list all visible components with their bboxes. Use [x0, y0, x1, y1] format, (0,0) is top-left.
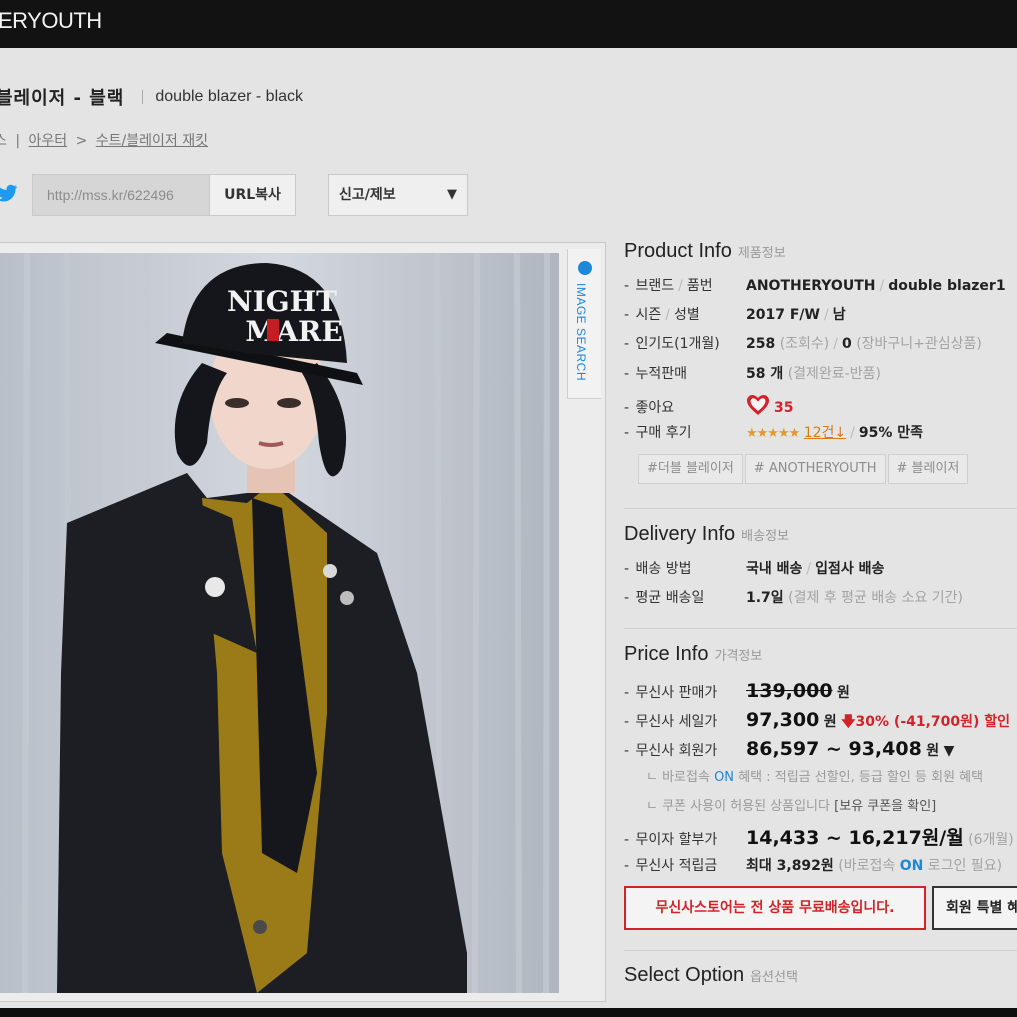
average-delivery-row: - 평균 배송일 1.7일 (결제 후 평균 배송 소요 기간)	[624, 590, 963, 606]
likes-row: - 좋아요 35	[624, 394, 794, 416]
like-button[interactable]: 35	[746, 395, 794, 416]
delivery-method-row: - 배송 방법 국내 배송 / 입점사 배송	[624, 561, 885, 577]
sale-price: 97,300	[746, 709, 820, 731]
select-option-heading: Select Option 옵션선택	[624, 964, 798, 986]
list-price-row: - 무신사 판매가 139,000 원	[624, 680, 850, 702]
discount-rate: 30% (-41,700원) 할인	[855, 714, 1011, 730]
like-count: 35	[774, 400, 794, 416]
heart-icon	[747, 395, 769, 415]
svg-text:NIGHT: NIGHT	[227, 285, 337, 318]
review-count-link[interactable]: 12건↓	[804, 425, 846, 441]
section-divider	[624, 950, 1017, 951]
brand-link[interactable]: ANOTHERYOUTH	[746, 278, 875, 294]
member-benefit-button[interactable]: 회원 특별 혜택	[932, 886, 1017, 930]
member-price-toggle-icon[interactable]: ▼	[944, 743, 955, 759]
brand-row: - 브랜드 / 품번 ANOTHERYOUTH / double blazer1	[624, 278, 1006, 294]
product-title: 블레이저 - 블랙 double blazer - black	[0, 84, 303, 110]
report-dropdown[interactable]: 신고/제보 ▼	[328, 174, 468, 216]
direct-access-note: ㄴ 바로접속 ON 혜택 : 적립금 선할인, 등급 할인 등 회원 혜택	[646, 770, 984, 785]
points-row: - 무신사 적립금 최대 3,892원 (바로접속 ON 로그인 필요)	[624, 858, 1003, 874]
svg-text:MARE: MARE	[245, 315, 342, 348]
breadcrumb-separator: |	[15, 133, 21, 149]
discount-down-arrow-icon: 🡇	[841, 714, 856, 730]
product-code: double blazer1	[888, 278, 1006, 294]
dropdown-arrow-icon: ▼	[447, 187, 457, 202]
title-divider	[142, 90, 144, 104]
coupon-note: ㄴ 쿠폰 사용이 허용된 상품입니다 [보유 쿠폰을 확인]	[646, 799, 937, 814]
installment-price: 14,433 ~ 16,217원/월	[746, 827, 964, 849]
product-page: 블레이저 - 블랙 double blazer - black 스 | 아우터 …	[0, 48, 1017, 1008]
season-row: - 시즌 / 성별 2017 F/W / 남	[624, 307, 846, 323]
member-price-row: - 무신사 회원가 86,597 ~ 93,408 원 ▼	[624, 738, 955, 760]
member-price: 86,597 ~ 93,408	[746, 738, 922, 760]
hashtag-list: #더블 블레이저 # ANOTHERYOUTH # 블레이저	[638, 454, 970, 484]
breadcrumb-separator: >	[75, 133, 88, 149]
free-shipping-banner[interactable]: 무신사스토어는 전 상품 무료배송입니다.	[624, 886, 926, 930]
breadcrumb-item-root[interactable]: 스	[0, 133, 7, 149]
breadcrumb-item-outer[interactable]: 아우터	[29, 133, 68, 149]
product-photo[interactable]: NIGHT MARE	[0, 253, 559, 993]
review-row: - 구매 후기 ★★★★★ 12건↓/95% 만족	[624, 425, 924, 441]
popularity-row: - 인기도(1개월) 258 (조회수)/0 (장바구니+관심상품)	[624, 336, 982, 352]
hashtag[interactable]: # ANOTHERYOUTH	[744, 454, 886, 484]
product-image-frame: NIGHT MARE IMAGE SEARCH	[0, 242, 606, 1002]
short-url-field[interactable]: http://mss.kr/622496	[33, 175, 209, 215]
image-search-dot-icon	[578, 261, 592, 275]
site-logo[interactable]: ERYOUTH	[0, 8, 102, 34]
installment-row: - 무이자 할부가 14,433 ~ 16,217원/월 (6개월)	[624, 827, 1014, 849]
breadcrumb: 스 | 아우터 > 수트/블레이저 재킷	[0, 130, 208, 150]
image-search-tab[interactable]: IMAGE SEARCH	[567, 249, 601, 399]
top-navigation-bar: ERYOUTH	[0, 0, 1017, 48]
product-info-heading: Product Info 제품정보	[624, 240, 786, 262]
check-coupon-link[interactable]: [보유 쿠폰을 확인]	[834, 799, 936, 814]
report-label: 신고/제보	[339, 187, 396, 203]
short-url-box: http://mss.kr/622496 URL복사	[32, 174, 296, 216]
copy-url-button[interactable]: URL복사	[209, 175, 295, 215]
breadcrumb-item-blazer[interactable]: 수트/블레이저 재킷	[96, 133, 208, 149]
hashtag[interactable]: #더블 블레이저	[638, 454, 743, 484]
product-title-english: double blazer - black	[155, 88, 304, 105]
total-sales-row: - 누적판매 58 개 (결제완료-반품)	[624, 366, 881, 382]
bottom-edge	[0, 1008, 1017, 1017]
hashtag[interactable]: # 블레이저	[887, 454, 969, 484]
delivery-info-heading: Delivery Info 배송정보	[624, 523, 789, 545]
product-title-korean: 블레이저 - 블랙	[0, 88, 125, 109]
list-price: 139,000	[746, 680, 833, 702]
section-divider	[624, 508, 1017, 509]
image-search-label: IMAGE SEARCH	[574, 283, 588, 382]
section-divider	[624, 628, 1017, 629]
rating-stars-icon: ★★★★★	[746, 426, 800, 441]
price-info-heading: Price Info 가격정보	[624, 643, 763, 665]
twitter-icon[interactable]	[0, 182, 18, 204]
sale-price-row: - 무신사 세일가 97,300 원 🡇30% (-41,700원) 할인	[624, 709, 1011, 731]
